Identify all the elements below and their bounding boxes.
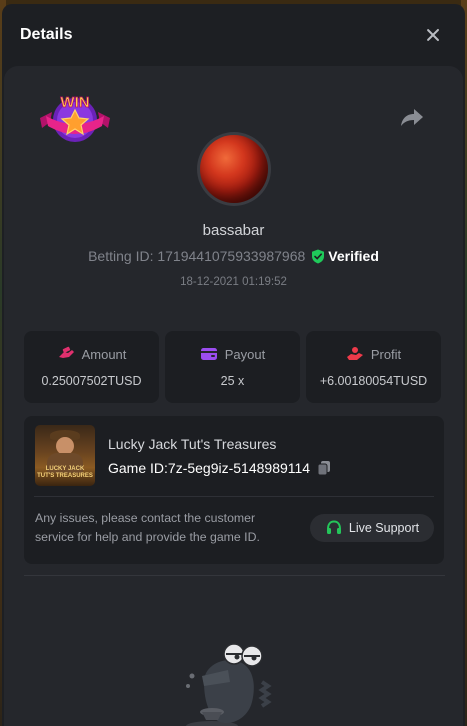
headset-icon [326,520,341,534]
verified-badge: Verified [311,248,379,264]
game-card-divider [34,496,434,497]
username: bassabar [202,222,265,239]
win-badge-icon: WIN [40,94,110,142]
live-support-button[interactable]: Live Support [310,514,434,542]
game-card: LUCKY JACK TUT'S TREASURES Lucky Jack Tu… [24,416,444,564]
betting-id-row: Betting ID: 1719441075933987968 Verified [4,248,463,264]
game-id: Game ID:7z-5eg9iz-5148989114 [108,460,311,476]
shield-check-icon [312,249,325,263]
stats-row: Amount 0.25007502TUSD Payout 25 x Profit… [24,331,441,403]
share-icon[interactable] [400,106,424,128]
game-thumbnail[interactable]: LUCKY JACK TUT'S TREASURES [35,425,95,486]
crocodile-mascot-icon [186,643,272,726]
avatar [197,132,271,206]
stat-amount-value: 0.25007502TUSD [41,374,142,388]
profit-hand-icon [346,347,363,360]
stat-profit: Profit +6.00180054TUSD [306,331,441,403]
stat-profit-label: Profit [370,346,402,362]
money-hand-icon [58,346,74,358]
bet-timestamp: 18-12-2021 01:19:52 [180,276,287,288]
stat-amount: Amount 0.25007502TUSD [24,331,159,403]
game-name[interactable]: Lucky Jack Tut's Treasures [108,436,276,452]
stat-payout-value: 25 x [220,374,245,388]
stat-profit-value: +6.00180054TUSD [319,374,428,388]
betting-id: Betting ID: 1719441075933987968 [88,248,306,264]
stat-amount-label: Amount [81,346,127,362]
win-badge-text: WIN [60,94,89,111]
modal-title: Details [20,26,73,43]
avatar-image [200,135,268,203]
stat-payout-label: Payout [224,346,266,362]
details-modal: Details WIN bassabar Betting ID: 1719441… [2,4,465,726]
modal-header: Details [2,4,465,66]
support-note: Any issues, please contact the customer … [35,511,260,544]
game-thumbnail-title: LUCKY JACK TUT'S TREASURES [37,466,93,479]
copy-icon[interactable] [316,460,332,476]
bet-details-panel: WIN bassabar Betting ID: 171944107593398… [4,66,463,726]
section-divider [24,575,445,576]
stat-payout: Payout 25 x [165,331,300,403]
close-button[interactable] [423,25,443,45]
live-support-label: Live Support [348,521,420,535]
game-id-row: Game ID:7z-5eg9iz-5148989114 [108,460,332,476]
verified-label: Verified [328,248,379,264]
wallet-icon [200,348,217,360]
